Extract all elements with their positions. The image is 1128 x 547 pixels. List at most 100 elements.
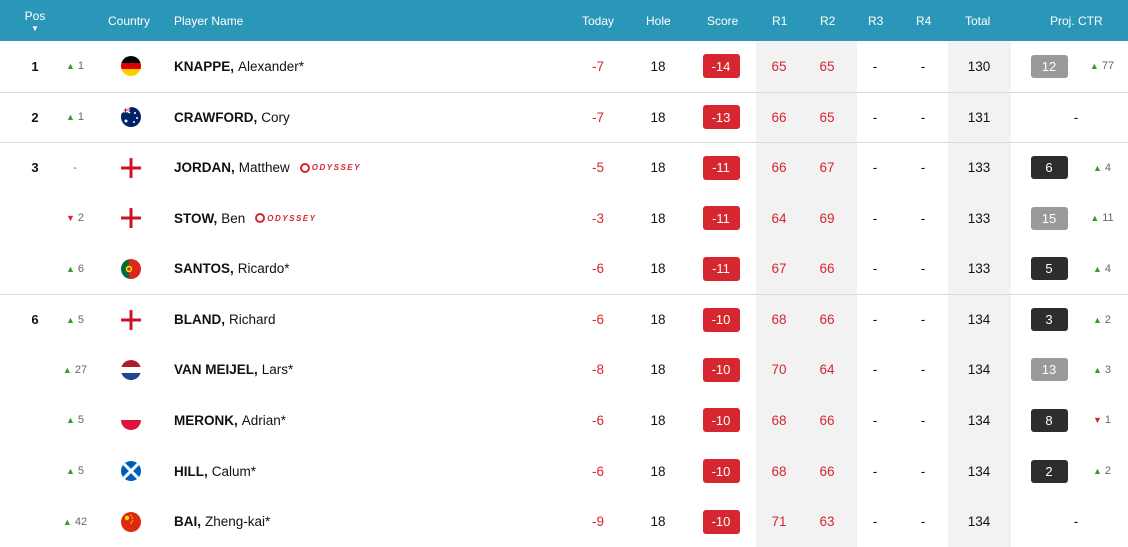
england-flag-icon bbox=[118, 295, 144, 345]
round-2-score: 65 bbox=[819, 58, 835, 74]
today-score: -7 bbox=[591, 109, 604, 125]
table-row[interactable]: ▲ 5 MERONK, Adrian* -6 18 -10 68 66 - - 1… bbox=[0, 395, 1128, 446]
total-score-badge: -13 bbox=[702, 93, 740, 143]
proj-ctr-badge: 15 bbox=[1030, 193, 1068, 244]
position-movement: ▲ 5 bbox=[65, 465, 85, 478]
player-last-name: JORDAN, bbox=[174, 160, 235, 176]
move-up-icon: ▲ bbox=[65, 112, 75, 123]
round-3-score: - bbox=[872, 412, 878, 428]
odyssey-sponsor-logo: ODYSSEY bbox=[299, 162, 361, 173]
player-first-name: Ben bbox=[221, 210, 246, 226]
round-1-score: 71 bbox=[771, 514, 787, 530]
round-2-score: 64 bbox=[819, 362, 835, 378]
position bbox=[22, 345, 48, 396]
today-score: -6 bbox=[591, 312, 604, 328]
round-1-score: 65 bbox=[771, 58, 787, 74]
hole-header[interactable]: Hole bbox=[646, 0, 671, 41]
player-first-name: Adrian* bbox=[241, 412, 287, 428]
total-score-badge: -11 bbox=[702, 243, 740, 294]
player-name-link[interactable]: HILL, Calum* bbox=[174, 446, 256, 497]
proj-ctr-movement: ▲ 4 bbox=[1092, 161, 1112, 174]
table-row[interactable]: 6 ▲ 5 BLAND, Richard -6 18 -10 68 66 - - … bbox=[0, 293, 1128, 345]
move-up-icon: ▲ bbox=[65, 415, 75, 426]
today-header[interactable]: Today bbox=[582, 0, 614, 41]
poland-flag-icon bbox=[118, 395, 144, 446]
proj-ctr-movement: ▲ 3 bbox=[1092, 363, 1112, 376]
round-3-score: - bbox=[872, 109, 878, 125]
player-name-link[interactable]: BAI, Zheng-kai* bbox=[174, 496, 270, 547]
sort-pos-header[interactable]: Pos ▼ bbox=[0, 0, 70, 41]
round-4-score: - bbox=[920, 210, 926, 226]
move-up-icon: ▲ bbox=[1092, 364, 1102, 375]
country-header[interactable]: Country bbox=[108, 0, 150, 41]
move-up-icon: ▲ bbox=[1092, 314, 1102, 325]
player-last-name: MERONK, bbox=[174, 412, 238, 428]
table-row[interactable]: ▲ 27 VAN MEIJEL, Lars* -8 18 -10 70 64 - … bbox=[0, 345, 1128, 396]
total-strokes: 134 bbox=[967, 312, 991, 328]
round-1-score: 68 bbox=[771, 412, 787, 428]
player-last-name: CRAWFORD, bbox=[174, 109, 258, 125]
hole: 18 bbox=[650, 109, 666, 125]
ctr-header[interactable]: Proj. CTR bbox=[1050, 0, 1103, 41]
player-name-link[interactable]: CRAWFORD, Cory bbox=[174, 93, 290, 143]
r3-header[interactable]: R3 bbox=[868, 0, 883, 41]
player-name-link[interactable]: JORDAN, Matthew ODYSSEY bbox=[174, 143, 361, 193]
hole: 18 bbox=[650, 362, 666, 378]
r2-header[interactable]: R2 bbox=[820, 0, 835, 41]
round-4-score: - bbox=[920, 514, 926, 530]
today-score: -5 bbox=[591, 160, 604, 176]
position-movement: ▲ 27 bbox=[62, 363, 88, 376]
round-4-score: - bbox=[920, 58, 926, 74]
total-strokes: 130 bbox=[967, 58, 991, 74]
position-movement: - bbox=[73, 161, 77, 174]
table-row[interactable]: ▲ 42 BAI, Zheng-kai* -9 18 -10 71 63 - - … bbox=[0, 496, 1128, 547]
r4-header[interactable]: R4 bbox=[916, 0, 931, 41]
proj-ctr-badge: 8 bbox=[1030, 395, 1068, 446]
proj-ctr-badge: 5 bbox=[1030, 243, 1068, 294]
table-row[interactable]: 1 ▲ 1 KNAPPE, Alexander* -7 18 -14 65 65 … bbox=[0, 41, 1128, 92]
player-name-link[interactable]: MERONK, Adrian* bbox=[174, 395, 286, 446]
total-strokes: 133 bbox=[967, 160, 991, 176]
today-score: -6 bbox=[591, 261, 604, 277]
table-row[interactable]: ▼ 2 STOW, Ben ODYSSEY -3 18 -11 64 69 - -… bbox=[0, 193, 1128, 244]
player-name-link[interactable]: KNAPPE, Alexander* bbox=[174, 41, 304, 92]
position: 2 bbox=[31, 109, 39, 125]
hole: 18 bbox=[650, 463, 666, 479]
table-row[interactable]: 3 - JORDAN, Matthew ODYSSEY -5 18 -11 66… bbox=[0, 142, 1128, 193]
odyssey-sponsor-logo: ODYSSEY bbox=[255, 213, 316, 224]
move-down-icon: ▼ bbox=[65, 213, 75, 224]
round-3-score: - bbox=[872, 362, 878, 378]
proj-ctr-value: - bbox=[1073, 109, 1079, 125]
player-first-name: Richard bbox=[229, 312, 276, 328]
player-header[interactable]: Player Name bbox=[174, 0, 243, 41]
total-strokes: 134 bbox=[967, 514, 991, 530]
hole: 18 bbox=[650, 261, 666, 277]
table-row[interactable]: 2 ▲ 1 CRAWFORD, Cory -7 18 -13 66 65 - - … bbox=[0, 91, 1128, 143]
round-4-score: - bbox=[920, 463, 926, 479]
round-1-score: 64 bbox=[771, 210, 787, 226]
player-name-link[interactable]: STOW, Ben ODYSSEY bbox=[174, 193, 316, 244]
player-last-name: BAI, bbox=[174, 514, 201, 530]
total-score-badge: -11 bbox=[702, 143, 740, 193]
table-row[interactable]: ▲ 5 HILL, Calum* -6 18 -10 68 66 - - 134 … bbox=[0, 446, 1128, 497]
hole: 18 bbox=[650, 514, 666, 530]
r1-header[interactable]: R1 bbox=[772, 0, 787, 41]
total-score-badge: -10 bbox=[702, 345, 740, 396]
move-up-icon: ▲ bbox=[1090, 213, 1100, 224]
hole: 18 bbox=[650, 312, 666, 328]
position bbox=[22, 446, 48, 497]
australia-flag-icon bbox=[118, 93, 144, 143]
player-name-link[interactable]: BLAND, Richard bbox=[174, 295, 276, 345]
player-last-name: VAN MEIJEL, bbox=[174, 362, 258, 378]
player-name-link[interactable]: VAN MEIJEL, Lars* bbox=[174, 345, 293, 396]
round-2-score: 66 bbox=[819, 412, 835, 428]
germany-flag-icon bbox=[118, 41, 144, 92]
proj-ctr-badge: 6 bbox=[1030, 143, 1068, 193]
score-header[interactable]: Score bbox=[707, 0, 738, 41]
total-header[interactable]: Total bbox=[965, 0, 990, 41]
round-3-score: - bbox=[872, 210, 878, 226]
round-4-score: - bbox=[920, 412, 926, 428]
table-row[interactable]: ▲ 6 SANTOS, Ricardo* -6 18 -11 67 66 - - … bbox=[0, 243, 1128, 294]
pos-header-label: Pos bbox=[24, 8, 46, 23]
player-name-link[interactable]: SANTOS, Ricardo* bbox=[174, 243, 290, 294]
